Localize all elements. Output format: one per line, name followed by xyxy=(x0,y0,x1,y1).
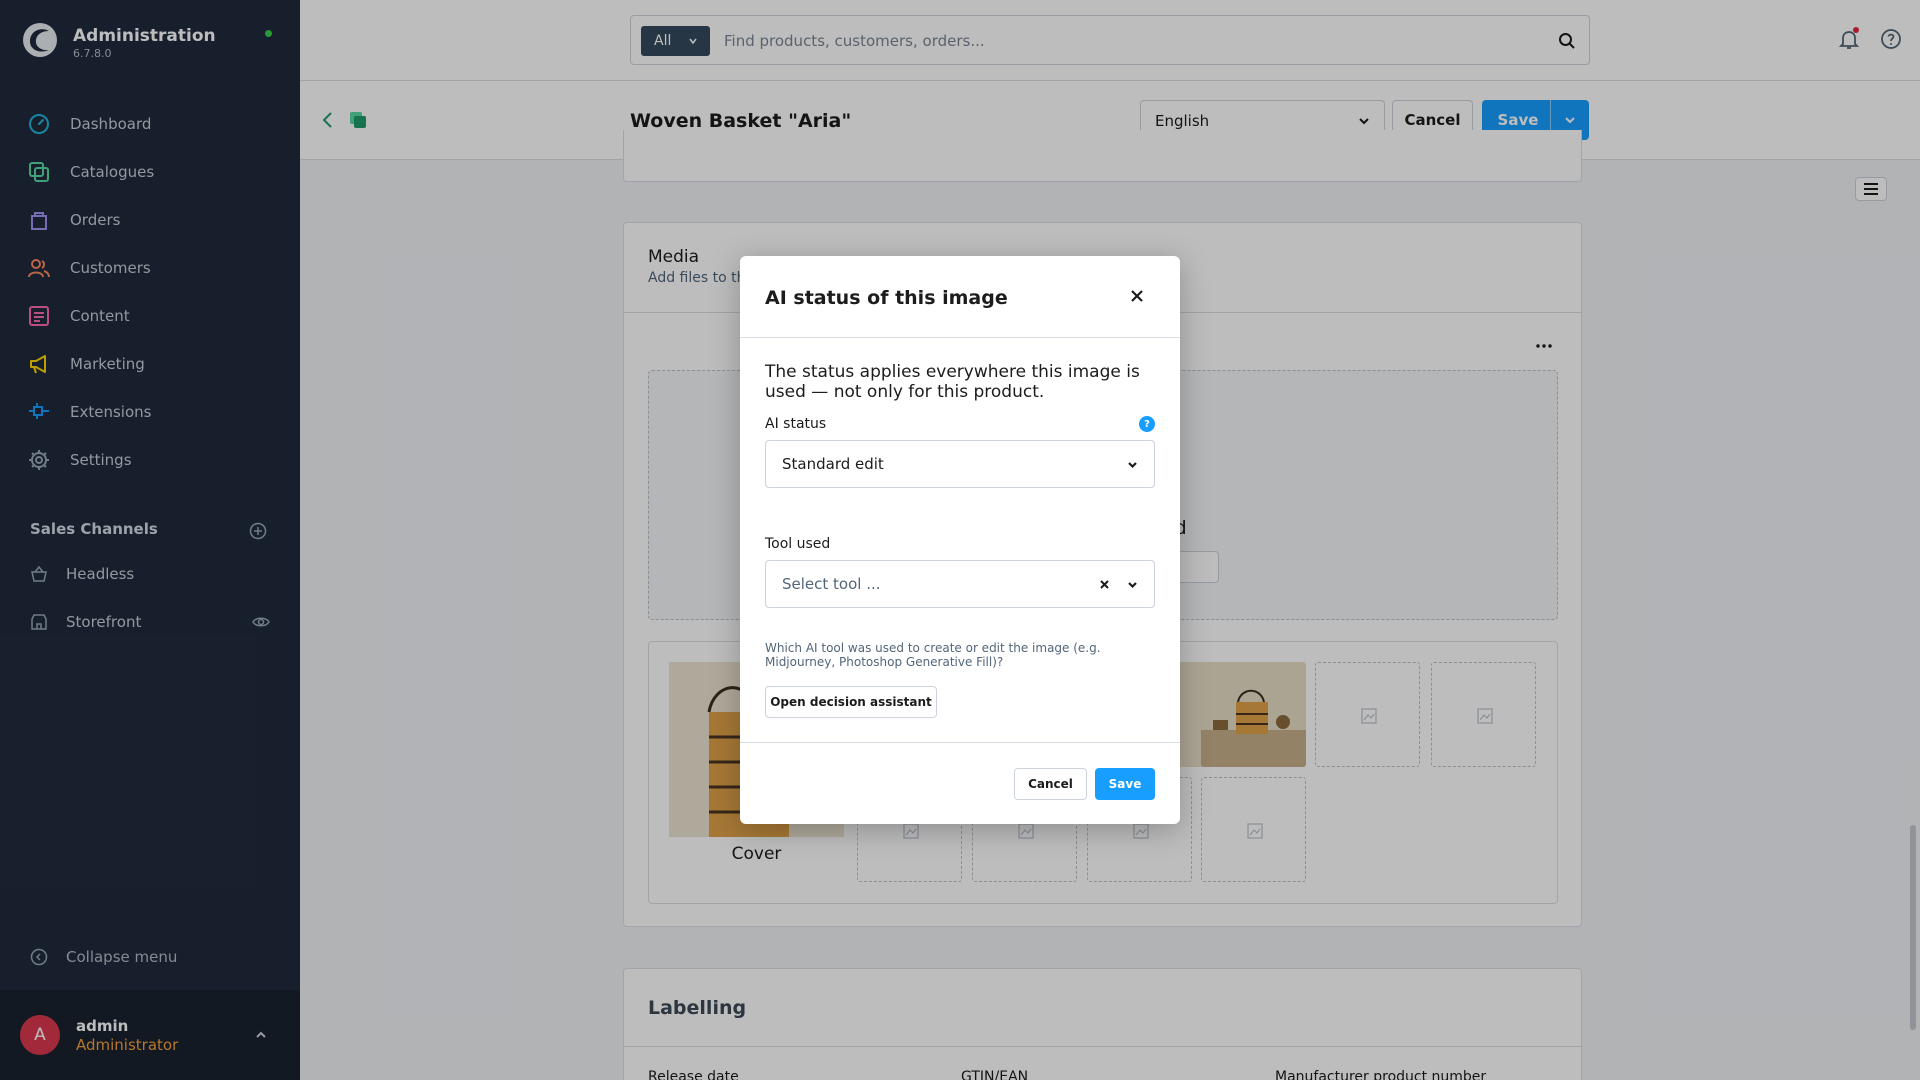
modal-description: The status applies everywhere this image… xyxy=(765,362,1140,402)
tool-used-select[interactable]: Select tool ... xyxy=(765,560,1155,608)
help-tooltip-icon[interactable]: ? xyxy=(1139,416,1155,432)
modal-save-button[interactable]: Save xyxy=(1095,768,1155,800)
divider xyxy=(740,337,1180,338)
ai-status-select[interactable]: Standard edit xyxy=(765,440,1155,488)
close-icon[interactable] xyxy=(1130,289,1144,303)
tool-used-placeholder: Select tool ... xyxy=(782,575,881,593)
tool-used-label: Tool used xyxy=(765,536,831,552)
ai-status-modal: AI status of this image The status appli… xyxy=(740,256,1180,824)
ai-status-label: AI status xyxy=(765,416,827,432)
chevron-down-icon xyxy=(1128,582,1137,589)
clear-icon[interactable] xyxy=(1099,579,1110,590)
divider xyxy=(740,742,1180,743)
tool-used-helptext: Which AI tool was used to create or edit… xyxy=(765,641,1101,669)
modal-cancel-button[interactable]: Cancel xyxy=(1014,768,1087,800)
ai-status-value: Standard edit xyxy=(782,455,884,473)
modal-title: AI status of this image xyxy=(765,287,1008,309)
chevron-down-icon xyxy=(1128,462,1137,469)
open-decision-assistant-button[interactable]: Open decision assistant xyxy=(765,686,937,718)
